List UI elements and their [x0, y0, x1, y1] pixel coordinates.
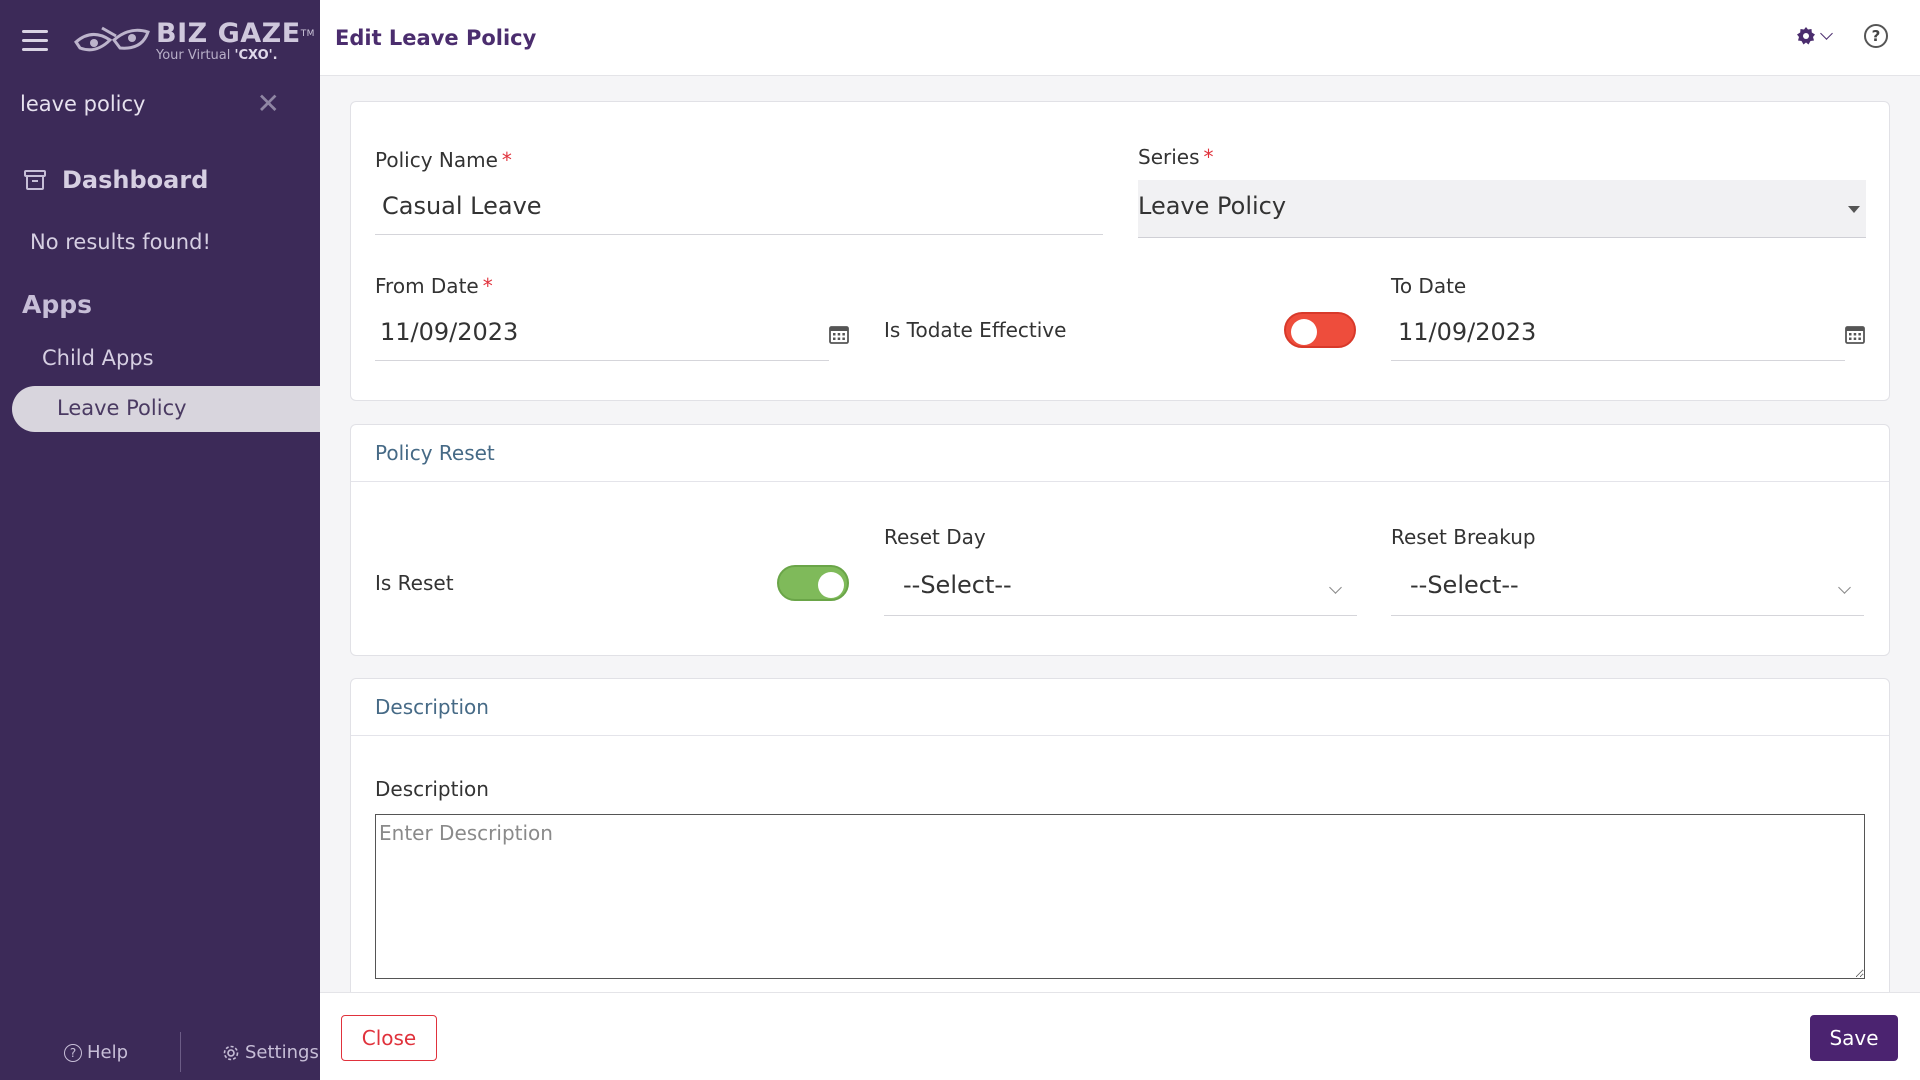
menu-icon[interactable]: [22, 30, 48, 52]
policy-reset-card: Policy Reset Is Reset Reset Day --Select…: [350, 424, 1890, 656]
owl-eyes-icon: [74, 26, 150, 52]
description-textarea[interactable]: [375, 814, 1865, 979]
description-header: Description: [351, 679, 1889, 736]
sidebar-item-dashboard[interactable]: Dashboard: [22, 166, 208, 194]
calendar-icon[interactable]: [829, 324, 849, 344]
settings-link[interactable]: Settings: [222, 1042, 319, 1063]
sidebar-footer: ? Help Settings: [0, 1030, 320, 1074]
series-select[interactable]: Leave Policy: [1138, 180, 1866, 238]
description-label: Description: [375, 777, 489, 801]
reset-breakup-underline: [1391, 615, 1864, 616]
is-reset-toggle[interactable]: [777, 565, 849, 601]
policy-reset-header: Policy Reset: [351, 425, 1889, 482]
gear-icon: [223, 1045, 239, 1060]
sidebar-item-label: Leave Policy: [57, 396, 187, 420]
from-date-underline: [375, 360, 829, 361]
reset-breakup-label: Reset Breakup: [1391, 525, 1536, 549]
policy-details-card: Policy Name * Casual Leave Series * Leave …: [350, 101, 1890, 401]
from-date-label: From Date *: [375, 274, 493, 298]
action-bar: Close Save: [320, 992, 1920, 1080]
sidebar: BIZ GAZETM Your Virtual 'CXO'. leave pol…: [0, 0, 320, 1080]
help-label: Help: [87, 1042, 129, 1063]
calendar-icon[interactable]: [1845, 324, 1865, 344]
chevron-down-icon: [1329, 581, 1342, 594]
to-date-label: To Date: [1391, 274, 1467, 298]
is-todate-effective-label: Is Todate Effective: [884, 318, 1067, 342]
is-reset-label: Is Reset: [375, 571, 454, 595]
page-title: Edit Leave Policy: [335, 26, 537, 50]
save-button[interactable]: Save: [1810, 1015, 1898, 1061]
help-link[interactable]: ? Help: [64, 1042, 128, 1063]
dashboard-icon: [24, 170, 46, 190]
help-icon: ?: [64, 1043, 82, 1062]
search-input[interactable]: leave policy: [20, 92, 145, 116]
gear-icon: [1797, 27, 1815, 45]
no-results-text: No results found!: [30, 230, 211, 254]
series-value: Leave Policy: [1138, 192, 1287, 220]
description-card: Description Description: [350, 678, 1890, 1008]
settings-menu-button[interactable]: [1796, 26, 1833, 46]
close-button[interactable]: Close: [341, 1015, 437, 1061]
policy-name-input[interactable]: Casual Leave: [382, 192, 542, 220]
help-icon[interactable]: ?: [1864, 24, 1888, 48]
close-icon[interactable]: ✕: [257, 90, 280, 118]
chevron-down-icon: [1838, 581, 1851, 594]
apps-heading: Apps: [22, 290, 93, 319]
reset-day-label: Reset Day: [884, 525, 986, 549]
dashboard-label: Dashboard: [62, 166, 209, 194]
sidebar-item-child-apps[interactable]: Child Apps: [42, 346, 154, 370]
reset-day-underline: [884, 615, 1357, 616]
policy-name-underline: [375, 234, 1103, 235]
from-date-input[interactable]: 11/09/2023: [380, 318, 518, 346]
to-date-underline: [1391, 360, 1845, 361]
caret-down-icon: [1848, 206, 1860, 213]
logo-tagline: Your Virtual 'CXO'.: [156, 48, 278, 63]
policy-name-label: Policy Name *: [375, 148, 512, 172]
bizgaze-logo: BIZ GAZETM Your Virtual 'CXO'.: [72, 18, 315, 64]
chevron-down-icon: [1820, 26, 1833, 40]
settings-label: Settings: [245, 1042, 319, 1063]
footer-divider: [180, 1032, 181, 1072]
sidebar-search[interactable]: leave policy ✕: [20, 88, 280, 120]
is-todate-effective-toggle[interactable]: [1284, 312, 1356, 348]
to-date-input[interactable]: 11/09/2023: [1398, 318, 1536, 346]
top-bar: Edit Leave Policy ?: [320, 0, 1920, 76]
main-panel: Edit Leave Policy ? Policy Name * Casual …: [320, 0, 1920, 1080]
section-title: Policy Reset: [375, 441, 495, 465]
logo-name: BIZ GAZETM: [156, 18, 315, 49]
reset-breakup-select[interactable]: --Select--: [1410, 571, 1519, 599]
section-title: Description: [375, 695, 489, 719]
sidebar-item-leave-policy[interactable]: Leave Policy: [12, 386, 320, 432]
reset-day-select[interactable]: --Select--: [903, 571, 1012, 599]
series-label: Series *: [1138, 145, 1214, 169]
